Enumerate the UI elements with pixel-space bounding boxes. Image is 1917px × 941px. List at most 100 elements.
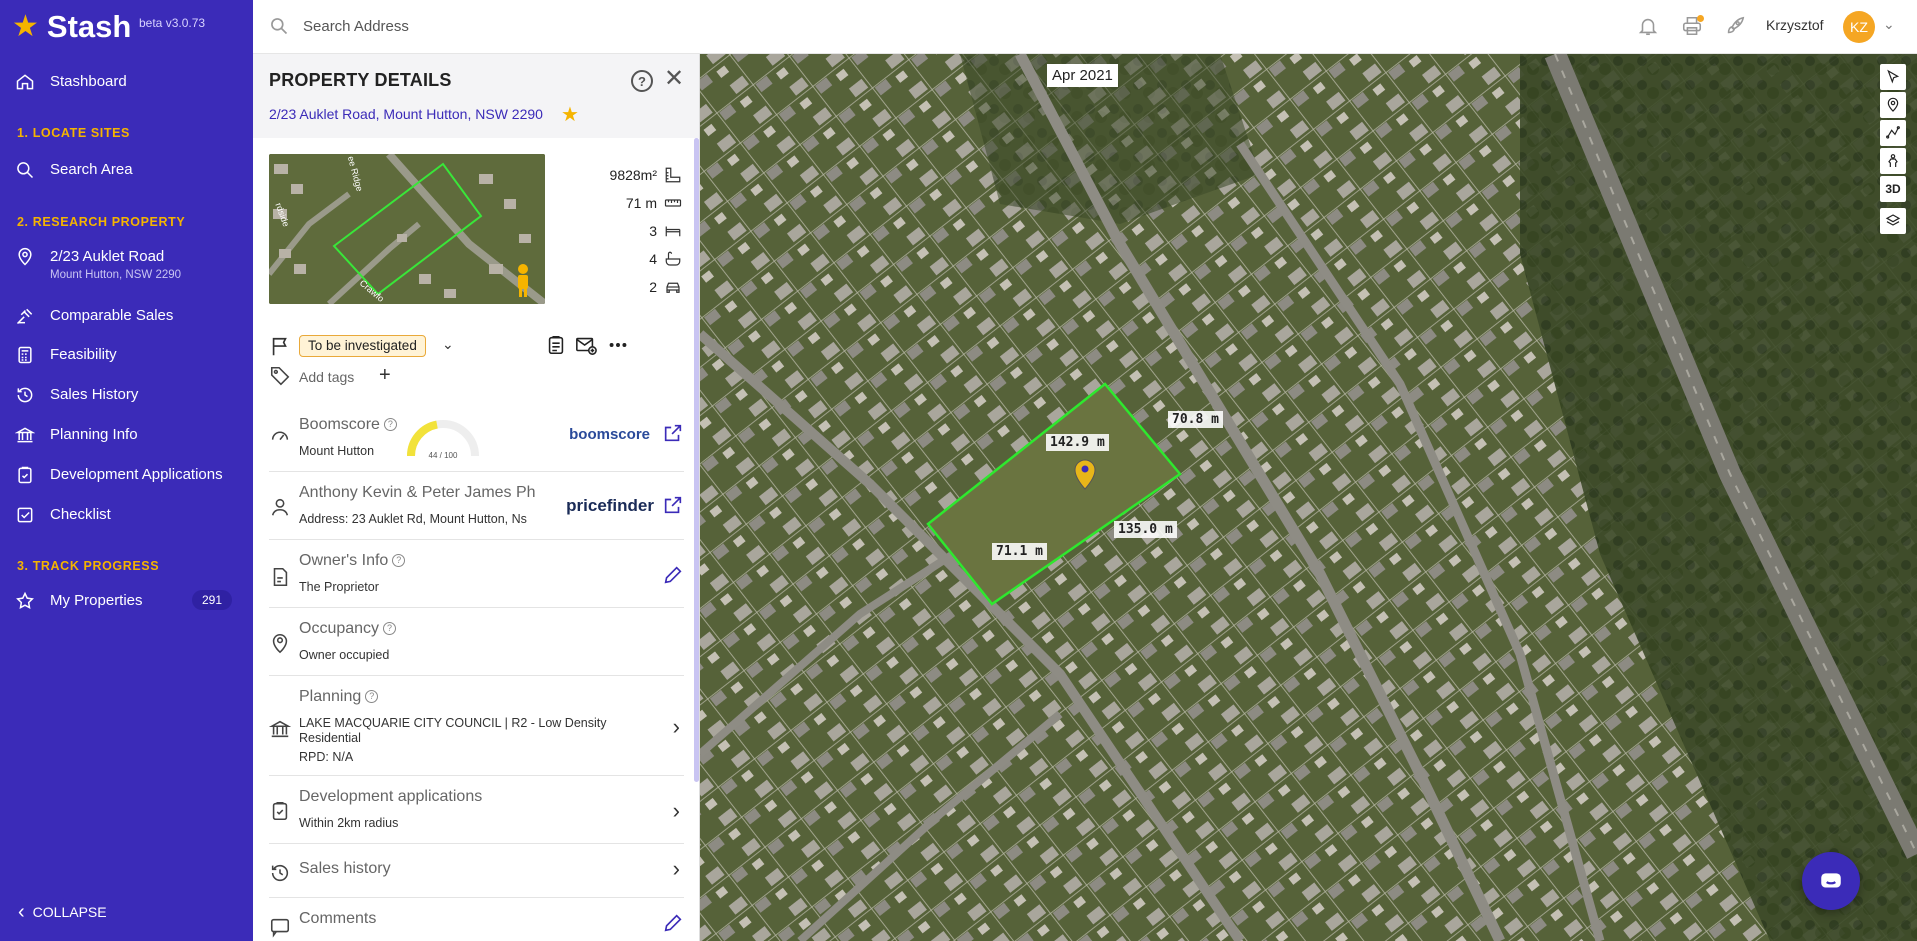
institution-icon	[14, 424, 36, 446]
printer-icon[interactable]	[1681, 15, 1705, 39]
close-icon[interactable]: ✕	[661, 66, 687, 92]
boundary-length-label: 71.1 m	[992, 543, 1047, 560]
app-logo[interactable]: ★ Stash	[12, 10, 131, 44]
notification-dot	[1697, 15, 1704, 22]
occupancy-value: Owner occupied	[299, 648, 390, 662]
boomscore-gauge: 44 / 100	[407, 420, 479, 460]
occupancy-row: Occupancy? Owner occupied	[269, 612, 684, 676]
location-pin-icon	[1887, 97, 1899, 112]
pointer-tool[interactable]	[1880, 64, 1906, 90]
layers-tool[interactable]	[1880, 208, 1906, 234]
sidebar-item-label: Planning Info	[50, 426, 138, 443]
panel-title: PROPERTY DETAILS	[269, 70, 452, 90]
document-icon	[269, 566, 291, 593]
favourite-star-icon[interactable]: ★	[561, 102, 579, 127]
mail-add-icon[interactable]	[575, 334, 599, 358]
history-icon	[14, 384, 36, 406]
owner-address: Address: 23 Auklet Rd, Mount Hutton, Ns	[299, 512, 527, 526]
user-name[interactable]: Krzysztof	[1766, 17, 1824, 33]
add-tags-label[interactable]: Add tags	[299, 369, 354, 385]
chevron-right-icon[interactable]: ›	[673, 714, 680, 740]
dev-apps-sub: Within 2km radius	[299, 816, 399, 830]
land-area-stat: 9828m²	[553, 161, 683, 189]
comments-row[interactable]: Comments	[269, 902, 684, 941]
property-thumbnail[interactable]: rdside ee Ridge Crawfo	[269, 154, 545, 304]
address-search-input[interactable]	[303, 14, 703, 38]
help-icon[interactable]: ?	[631, 70, 653, 92]
edit-pencil-icon[interactable]	[662, 912, 684, 939]
chevron-right-icon[interactable]: ›	[673, 856, 680, 882]
plus-icon[interactable]: +	[379, 364, 391, 387]
status-dropdown[interactable]: To be investigated	[299, 335, 426, 357]
owners-info-row: Owner's Info? The Proprietor	[269, 544, 684, 608]
chat-button[interactable]	[1802, 852, 1860, 910]
sidebar-item-development-applications[interactable]: Development Applications	[14, 464, 244, 486]
sidebar-item-planning-info[interactable]: Planning Info	[14, 424, 244, 446]
property-address-link[interactable]: 2/23 Auklet Road, Mount Hutton, NSW 2290	[269, 106, 543, 122]
sidebar-item-property[interactable]: 2/23 Auklet Road Mount Hutton, NSW 2290	[14, 246, 244, 282]
sidebar-item-label: 2/23 Auklet Road	[50, 248, 165, 265]
properties-count-badge: 291	[191, 590, 232, 610]
sidebar-item-comparable-sales[interactable]: Comparable Sales	[14, 305, 244, 327]
search-icon	[269, 16, 289, 36]
collapse-button[interactable]: ‹ COLLAPSE	[18, 901, 107, 923]
boomscore-logo: boomscore	[569, 426, 650, 443]
app-name: Stash	[46, 9, 132, 44]
parking-stat: 2	[553, 273, 683, 301]
occupancy-title: Occupancy?	[299, 620, 397, 638]
star-logo-icon: ★	[12, 10, 39, 43]
street-view-tool[interactable]	[1880, 148, 1906, 174]
clipboard-icon[interactable]	[545, 334, 569, 358]
edit-pencil-icon[interactable]	[662, 564, 684, 591]
help-icon[interactable]: ?	[365, 690, 379, 703]
section-track-progress: 3. TRACK PROGRESS	[17, 559, 160, 573]
planning-rpd: RPD: N/A	[299, 750, 354, 764]
boomscore-title: Boomscore?	[299, 416, 397, 434]
imagery-date-label: Apr 2021	[1047, 64, 1118, 87]
chevron-down-icon[interactable]: ⌄	[442, 336, 454, 353]
bathrooms-stat: 4	[553, 245, 683, 273]
more-options-icon[interactable]	[607, 334, 631, 358]
development-applications-row[interactable]: Development applications Within 2km radi…	[269, 780, 684, 844]
planning-zone: LAKE MACQUARIE CITY COUNCIL | R2 - Low D…	[299, 716, 607, 730]
panel-header: PROPERTY DETAILS 2/23 Auklet Road, Mount…	[253, 54, 699, 138]
3d-toggle[interactable]: 3D	[1880, 176, 1906, 202]
external-link-icon[interactable]	[662, 422, 684, 449]
chevron-left-icon: ‹	[18, 901, 25, 923]
panel-scrollbar[interactable]	[694, 138, 699, 782]
rocket-icon[interactable]	[1724, 15, 1748, 39]
sidebar-item-search-area[interactable]: Search Area	[14, 159, 244, 181]
bedrooms-value: 3	[649, 223, 657, 239]
status-row: To be investigated ⌄	[269, 332, 684, 362]
gavel-icon	[14, 305, 36, 327]
sidebar-item-my-properties[interactable]: My Properties 291	[14, 590, 244, 612]
help-icon[interactable]: ?	[383, 418, 397, 431]
bed-icon	[665, 226, 681, 237]
collapse-label: COLLAPSE	[32, 904, 107, 920]
sidebar-item-feasibility[interactable]: Feasibility	[14, 344, 244, 366]
pricefinder-logo: pricefinder	[566, 496, 654, 515]
bath-icon	[665, 251, 681, 266]
help-icon[interactable]: ?	[383, 622, 397, 635]
planning-row[interactable]: Planning? LAKE MACQUARIE CITY COUNCIL | …	[268, 680, 684, 776]
sales-history-row[interactable]: Sales history ›	[269, 848, 684, 898]
sidebar-item-label: Comparable Sales	[50, 307, 174, 324]
history-icon	[269, 862, 291, 889]
chevron-right-icon[interactable]: ›	[673, 798, 680, 824]
external-link-icon[interactable]	[662, 494, 684, 521]
owner-names-row: Anthony Kevin & Peter James Ph Address: …	[269, 476, 684, 540]
flag-icon	[269, 336, 291, 363]
sidebar-item-checklist[interactable]: Checklist	[14, 504, 244, 526]
help-icon[interactable]: ?	[392, 554, 406, 567]
sidebar-item-stashboard[interactable]: Stashboard	[14, 71, 244, 93]
institution-icon	[268, 718, 292, 745]
polyline-icon	[1886, 126, 1900, 139]
chevron-down-icon[interactable]: ⌄	[1883, 16, 1895, 33]
map-view[interactable]: Apr 2021 142.9 m 70.8 m 135.0 m 71.1 m 3…	[700, 54, 1917, 941]
marker-tool[interactable]	[1880, 92, 1906, 118]
sidebar: ★ Stash beta v3.0.73 Stashboard 1. LOCAT…	[0, 0, 253, 941]
measure-tool[interactable]	[1880, 120, 1906, 146]
avatar[interactable]: KZ	[1843, 11, 1875, 43]
sidebar-item-sales-history[interactable]: Sales History	[14, 384, 244, 406]
bell-icon[interactable]	[1637, 15, 1661, 39]
